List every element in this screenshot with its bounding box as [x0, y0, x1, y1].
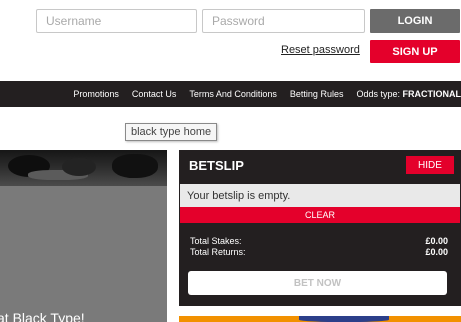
- username-input[interactable]: [36, 9, 197, 33]
- betslip-title: BETSLIP: [189, 158, 244, 173]
- betslip-empty-message: Your betslip is empty.: [180, 184, 460, 207]
- clear-button[interactable]: CLEAR: [180, 207, 460, 223]
- banner-text: at Black Type!: [0, 310, 85, 322]
- banner-image: [0, 150, 167, 186]
- nav-item-promotions[interactable]: Promotions: [73, 89, 119, 99]
- nav-item-contact-us[interactable]: Contact Us: [132, 89, 177, 99]
- total-stakes-label: Total Stakes:: [190, 236, 242, 246]
- total-returns-value: £0.00: [425, 247, 448, 257]
- main-nav: Promotions Contact Us Terms And Conditio…: [0, 81, 461, 107]
- bet-now-button[interactable]: BET NOW: [188, 271, 447, 295]
- signup-button[interactable]: SIGN UP: [370, 40, 460, 63]
- tooltip: black type home: [125, 123, 218, 141]
- login-button[interactable]: LOGIN: [370, 9, 460, 33]
- password-input[interactable]: [202, 9, 365, 33]
- nav-item-terms[interactable]: Terms And Conditions: [189, 89, 277, 99]
- reset-password-link[interactable]: Reset password: [281, 44, 360, 56]
- total-returns-label: Total Returns:: [190, 247, 246, 257]
- betslip-totals: Total Stakes: £0.00 Total Returns: £0.00: [190, 236, 448, 258]
- odds-type-selector[interactable]: Odds type: FRACTIONAL: [356, 89, 461, 99]
- promo-strip[interactable]: [179, 316, 461, 322]
- betslip-panel: BETSLIP HIDE Your betslip is empty. CLEA…: [179, 150, 461, 306]
- nav-item-betting-rules[interactable]: Betting Rules: [290, 89, 344, 99]
- hide-button[interactable]: HIDE: [406, 156, 454, 174]
- odds-type-label: Odds type:: [356, 89, 400, 99]
- promo-banner[interactable]: at Black Type!: [0, 150, 167, 322]
- total-stakes-value: £0.00: [425, 236, 448, 246]
- odds-type-value: FRACTIONAL: [402, 89, 461, 99]
